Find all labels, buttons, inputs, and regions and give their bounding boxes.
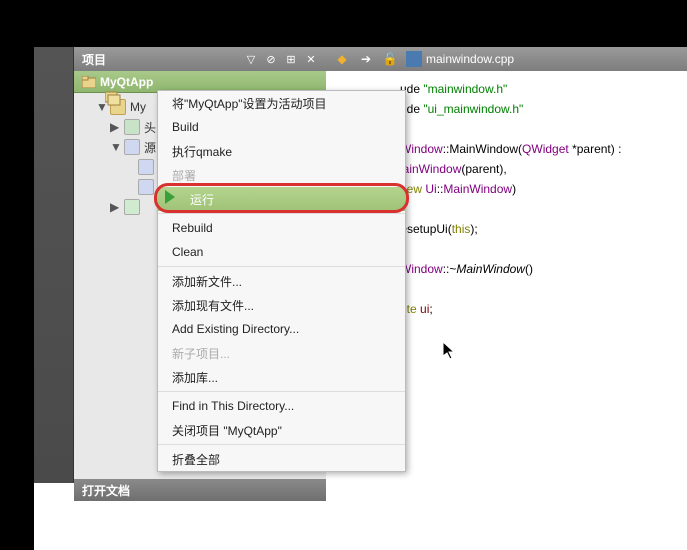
menu-label: 添加库... [172, 369, 218, 386]
menu-label: Add Existing Directory... [172, 322, 299, 336]
menu-label: Rebuild [172, 221, 213, 235]
link-icon[interactable]: ⊘ [264, 52, 278, 66]
tree-label: My [130, 100, 146, 114]
menu-item[interactable]: Rebuild [158, 216, 405, 240]
cpp-icon [138, 159, 154, 175]
project-name: MyQtApp [100, 75, 153, 89]
menu-label: 执行qmake [172, 143, 232, 160]
back-icon[interactable]: ◆ [334, 51, 350, 67]
cpp-file-icon [406, 51, 422, 67]
menu-label: 折叠全部 [172, 451, 220, 468]
menu-item[interactable]: 将"MyQtApp"设置为活动项目 [158, 91, 405, 115]
sidebar-header: 项目 ▽ ⊘ ⊞ ✕ [74, 47, 326, 71]
expand-arrow[interactable]: ▶ [110, 200, 120, 214]
menu-item: 新子项目... [158, 341, 405, 365]
h-icon [124, 119, 140, 135]
menu-item: 部署 [158, 163, 405, 187]
editor-filename-chip[interactable]: mainwindow.cpp [406, 51, 514, 67]
menu-label: Build [172, 120, 199, 134]
cpp-icon [138, 179, 154, 195]
open-docs-label: 打开文档 [82, 482, 130, 499]
menu-item[interactable]: 添加库... [158, 365, 405, 389]
menu-separator [158, 444, 405, 445]
lock-icon[interactable]: 🔓 [382, 51, 398, 67]
menu-label: 添加现有文件... [172, 297, 254, 314]
tree-label: 源 [144, 139, 156, 156]
menu-separator [158, 391, 405, 392]
menu-separator [158, 266, 405, 267]
activity-bar[interactable] [34, 47, 74, 483]
menu-label: 将"MyQtApp"设置为活动项目 [172, 95, 327, 112]
close-icon[interactable]: ✕ [304, 52, 318, 66]
menu-item[interactable]: Clean [158, 240, 405, 264]
expand-arrow[interactable]: ▼ [110, 140, 120, 154]
editor-toolbar: ◆ ➔ 🔓 mainwindow.cpp [326, 47, 687, 71]
context-menu: 将"MyQtApp"设置为活动项目 Build 执行qmake 部署运行 Rebuild… [157, 90, 406, 472]
form-icon [124, 199, 140, 215]
open-docs-header[interactable]: 打开文档 [74, 479, 326, 501]
expand-arrow[interactable]: ▶ [110, 120, 120, 134]
tree-label: 头 [144, 119, 156, 136]
menu-label: Clean [172, 245, 203, 259]
menu-item[interactable]: 关闭项目 "MyQtApp" [158, 418, 405, 442]
project-icon [82, 76, 96, 88]
sidebar-title: 项目 [82, 51, 244, 68]
menu-item[interactable]: 执行qmake [158, 139, 405, 163]
menu-item[interactable]: Add Existing Directory... [158, 317, 405, 341]
menu-label: 部署 [172, 167, 196, 184]
forward-icon[interactable]: ➔ [358, 51, 374, 67]
menu-item[interactable]: 运行 [158, 187, 405, 211]
cpp-icon [124, 139, 140, 155]
set-active-icon [105, 90, 121, 106]
menu-separator [158, 213, 405, 214]
menu-item[interactable]: Find in This Directory... [158, 394, 405, 418]
menu-item[interactable]: Build [158, 115, 405, 139]
split-icon[interactable]: ⊞ [284, 52, 298, 66]
filter-icon[interactable]: ▽ [244, 52, 258, 66]
menu-label: 关闭项目 "MyQtApp" [172, 422, 282, 439]
menu-label: 新子项目... [172, 345, 230, 362]
menu-label: 运行 [172, 191, 214, 208]
menu-item[interactable]: 添加现有文件... [158, 293, 405, 317]
menu-label: Find in This Directory... [172, 399, 294, 413]
menu-item[interactable]: 折叠全部 [158, 447, 405, 471]
menu-item[interactable]: 添加新文件... [158, 269, 405, 293]
menu-label: 添加新文件... [172, 273, 242, 290]
editor-filename: mainwindow.cpp [426, 52, 514, 66]
